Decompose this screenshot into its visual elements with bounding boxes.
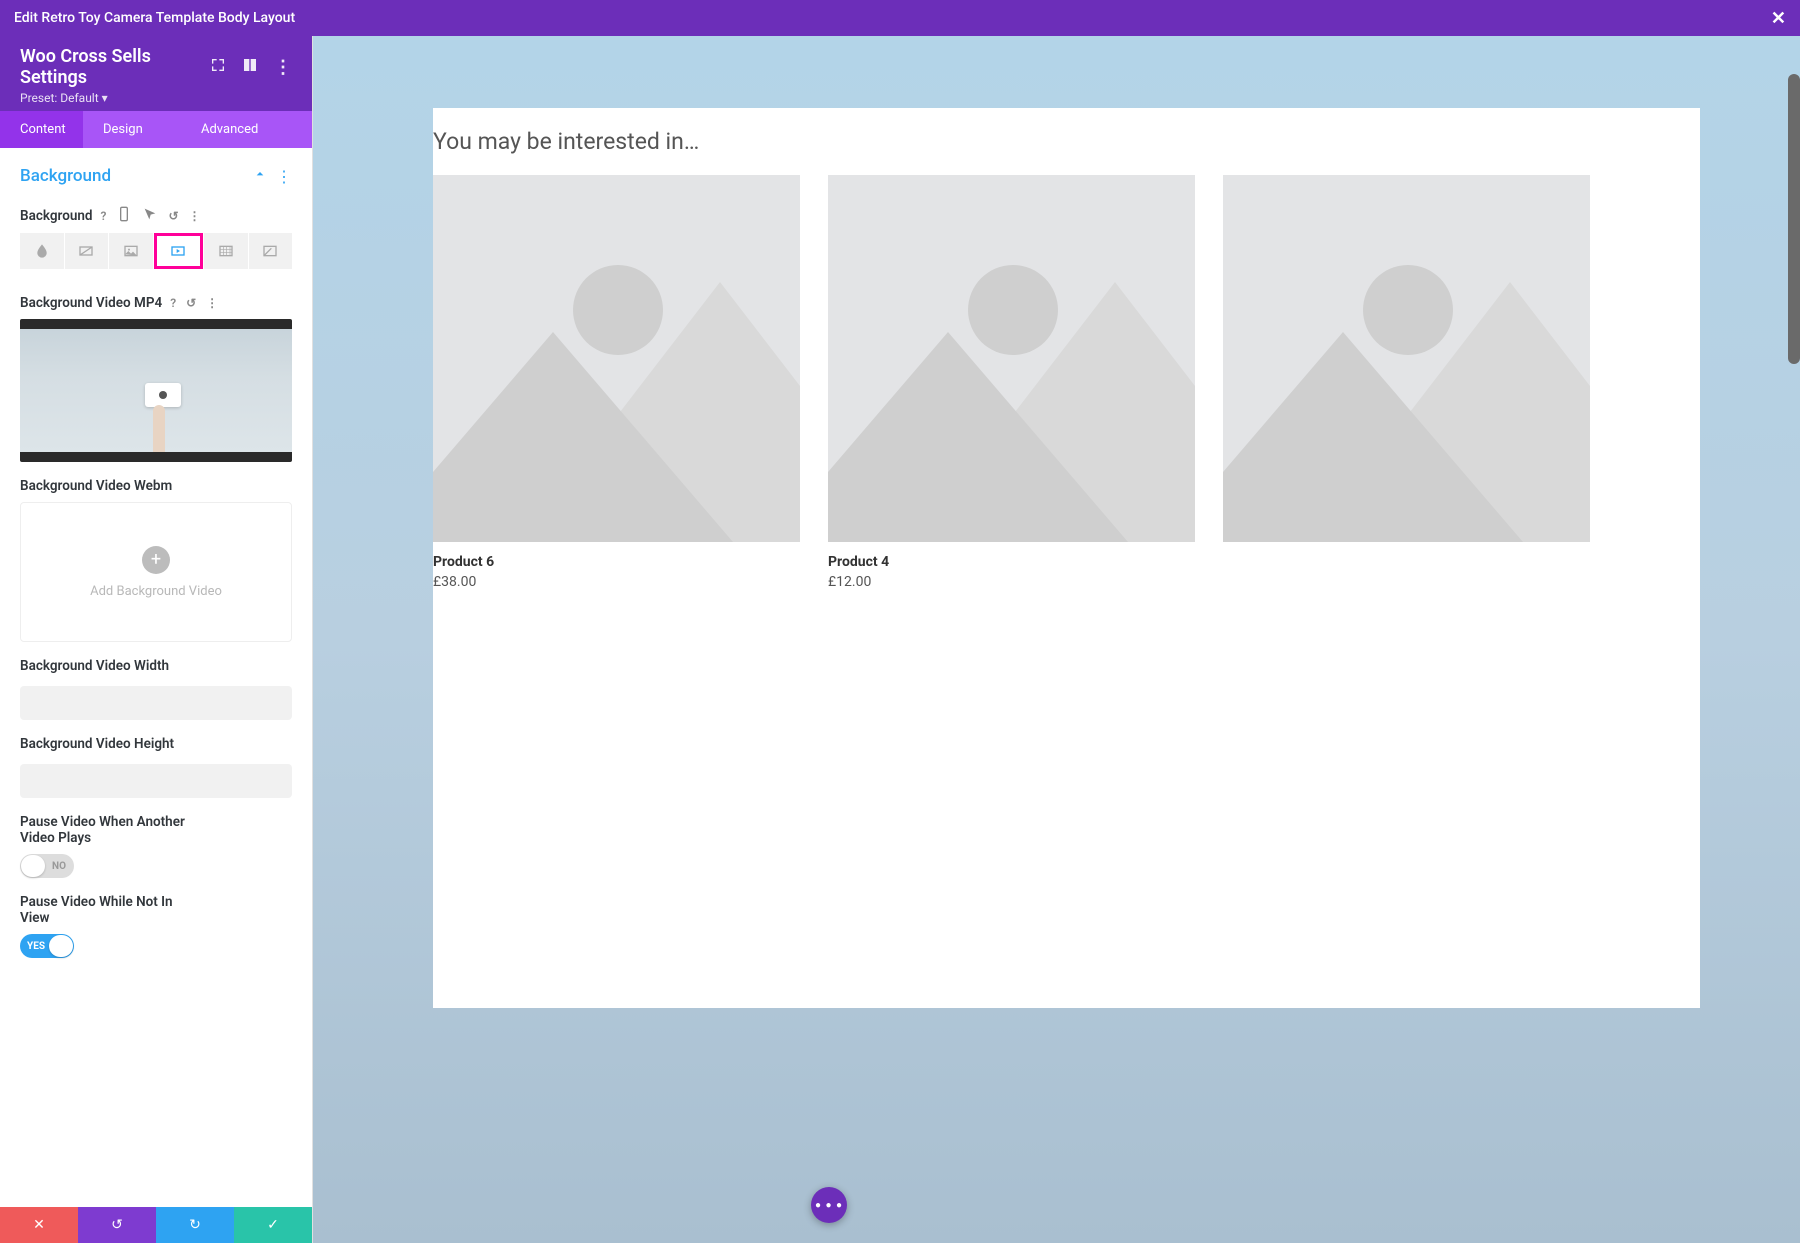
product-price: £38.00 — [433, 574, 800, 590]
scrollbar[interactable] — [1788, 74, 1800, 364]
webm-label: Background Video Webm — [20, 478, 172, 494]
bg-gradient-tab[interactable] — [65, 233, 109, 269]
collapse-icon[interactable] — [252, 166, 268, 186]
video-height-input[interactable] — [20, 764, 292, 798]
settings-tabs: Content Design Advanced — [0, 111, 312, 148]
footer-actions: ✕ ↺ ↻ ✓ — [0, 1207, 312, 1243]
tab-content[interactable]: Content — [0, 111, 83, 148]
placeholder-image-icon — [433, 175, 800, 542]
add-video-webm-button[interactable]: + Add Background Video — [20, 502, 292, 642]
close-button[interactable]: ✕ — [1771, 8, 1786, 29]
save-button[interactable]: ✓ — [234, 1207, 312, 1243]
product-item[interactable]: Product 6 £38.00 — [433, 175, 800, 590]
reset-icon[interactable]: ↺ — [186, 296, 196, 310]
columns-icon[interactable] — [242, 57, 258, 78]
product-item[interactable]: Product 4 £12.00 — [828, 175, 1195, 590]
undo-button[interactable]: ↺ — [78, 1207, 156, 1243]
discard-button[interactable]: ✕ — [0, 1207, 78, 1243]
module-header: Woo Cross Sells Settings ⋮ Preset: Defau… — [0, 36, 312, 111]
bg-video-tab[interactable] — [154, 233, 204, 269]
responsive-icon[interactable] — [116, 206, 132, 225]
bg-mask-tab[interactable] — [249, 233, 293, 269]
hover-icon[interactable] — [142, 206, 158, 225]
product-price: £12.00 — [828, 574, 1195, 590]
preview-canvas: You may be interested in… Product 6 £38.… — [313, 36, 1800, 1243]
field-more-icon[interactable]: ⋮ — [189, 209, 201, 223]
cross-sells-module: You may be interested in… Product 6 £38.… — [433, 108, 1700, 1008]
placeholder-image-icon — [1223, 175, 1590, 542]
field-more-icon[interactable]: ⋮ — [206, 296, 218, 310]
reset-icon[interactable]: ↺ — [168, 209, 178, 223]
preset-selector[interactable]: Preset: Default ▾ — [20, 91, 292, 105]
pause-other-toggle[interactable]: NO — [20, 854, 74, 878]
height-label: Background Video Height — [20, 736, 174, 752]
background-label: Background — [20, 208, 93, 224]
video-mp4-preview[interactable] — [20, 319, 292, 462]
section-title: Background — [20, 166, 252, 186]
background-type-tabs — [20, 233, 292, 269]
title-bar: Edit Retro Toy Camera Template Body Layo… — [0, 0, 1800, 36]
settings-sidebar: Woo Cross Sells Settings ⋮ Preset: Defau… — [0, 36, 313, 1243]
product-name: Product 6 — [433, 554, 800, 570]
module-actions-fab[interactable]: ● ● ● — [811, 1187, 847, 1223]
title-bar-text: Edit Retro Toy Camera Template Body Layo… — [14, 10, 295, 26]
width-label: Background Video Width — [20, 658, 169, 674]
cross-sells-heading: You may be interested in… — [433, 128, 1700, 175]
bg-pattern-tab[interactable] — [204, 233, 248, 269]
pause-other-label: Pause Video When Another Video Plays — [20, 814, 200, 846]
help-icon[interactable]: ? — [101, 209, 107, 223]
tab-advanced[interactable]: Advanced — [161, 111, 312, 148]
plus-icon: + — [142, 546, 170, 574]
product-item[interactable] — [1223, 175, 1590, 590]
more-icon[interactable]: ⋮ — [274, 57, 292, 78]
mp4-label: Background Video MP4 — [20, 295, 162, 311]
product-name: Product 4 — [828, 554, 1195, 570]
help-icon[interactable]: ? — [170, 296, 176, 310]
expand-icon[interactable] — [210, 57, 226, 78]
redo-button[interactable]: ↻ — [156, 1207, 234, 1243]
upload-placeholder: Add Background Video — [90, 584, 222, 599]
section-more-icon[interactable]: ⋮ — [276, 167, 292, 186]
pause-view-label: Pause Video While Not In View — [20, 894, 200, 926]
module-title: Woo Cross Sells Settings — [20, 46, 198, 88]
bg-color-tab[interactable] — [20, 233, 64, 269]
video-width-input[interactable] — [20, 686, 292, 720]
placeholder-image-icon — [828, 175, 1195, 542]
pause-view-toggle[interactable]: YES — [20, 934, 74, 958]
tab-design[interactable]: Design — [83, 111, 161, 148]
bg-image-tab[interactable] — [109, 233, 153, 269]
